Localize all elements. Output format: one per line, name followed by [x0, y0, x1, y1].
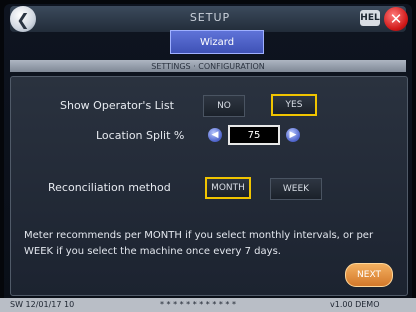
decrease-icon[interactable]: ◀ — [208, 128, 222, 142]
info-text: Meter recommends per MONTH if you select… — [24, 230, 374, 257]
reconciliation-week-button[interactable]: WEEK — [270, 178, 322, 200]
back-arrow-icon[interactable]: ❮ — [10, 6, 36, 32]
location-split-label: Location Split % — [96, 129, 185, 142]
increase-icon[interactable]: ▶ — [286, 128, 300, 142]
next-button[interactable]: NEXT — [345, 263, 393, 287]
status-bar: SW 12/01/17 10 * * * * * * * * * * * * v… — [0, 298, 416, 312]
status-right: v1.00 DEMO — [330, 300, 380, 309]
close-icon[interactable]: ✕ — [384, 7, 408, 31]
status-center: * * * * * * * * * * * * — [160, 300, 236, 309]
location-split-value[interactable]: 75 — [228, 125, 280, 145]
help-button[interactable]: HEL — [360, 10, 380, 26]
status-left: SW 12/01/17 10 — [10, 300, 75, 309]
show-operators-label: Show Operator's List — [60, 99, 174, 112]
section-header: SETTINGS · CONFIGURATION — [10, 60, 406, 72]
show-operators-no-button[interactable]: NO — [203, 95, 245, 117]
show-operators-yes-button[interactable]: YES — [271, 94, 317, 116]
window-title: SETUP — [189, 11, 231, 24]
reconciliation-method-label: Reconciliation method — [48, 181, 171, 194]
reconciliation-month-button[interactable]: MONTH — [205, 177, 251, 199]
tab-wizard[interactable]: Wizard — [170, 30, 264, 54]
